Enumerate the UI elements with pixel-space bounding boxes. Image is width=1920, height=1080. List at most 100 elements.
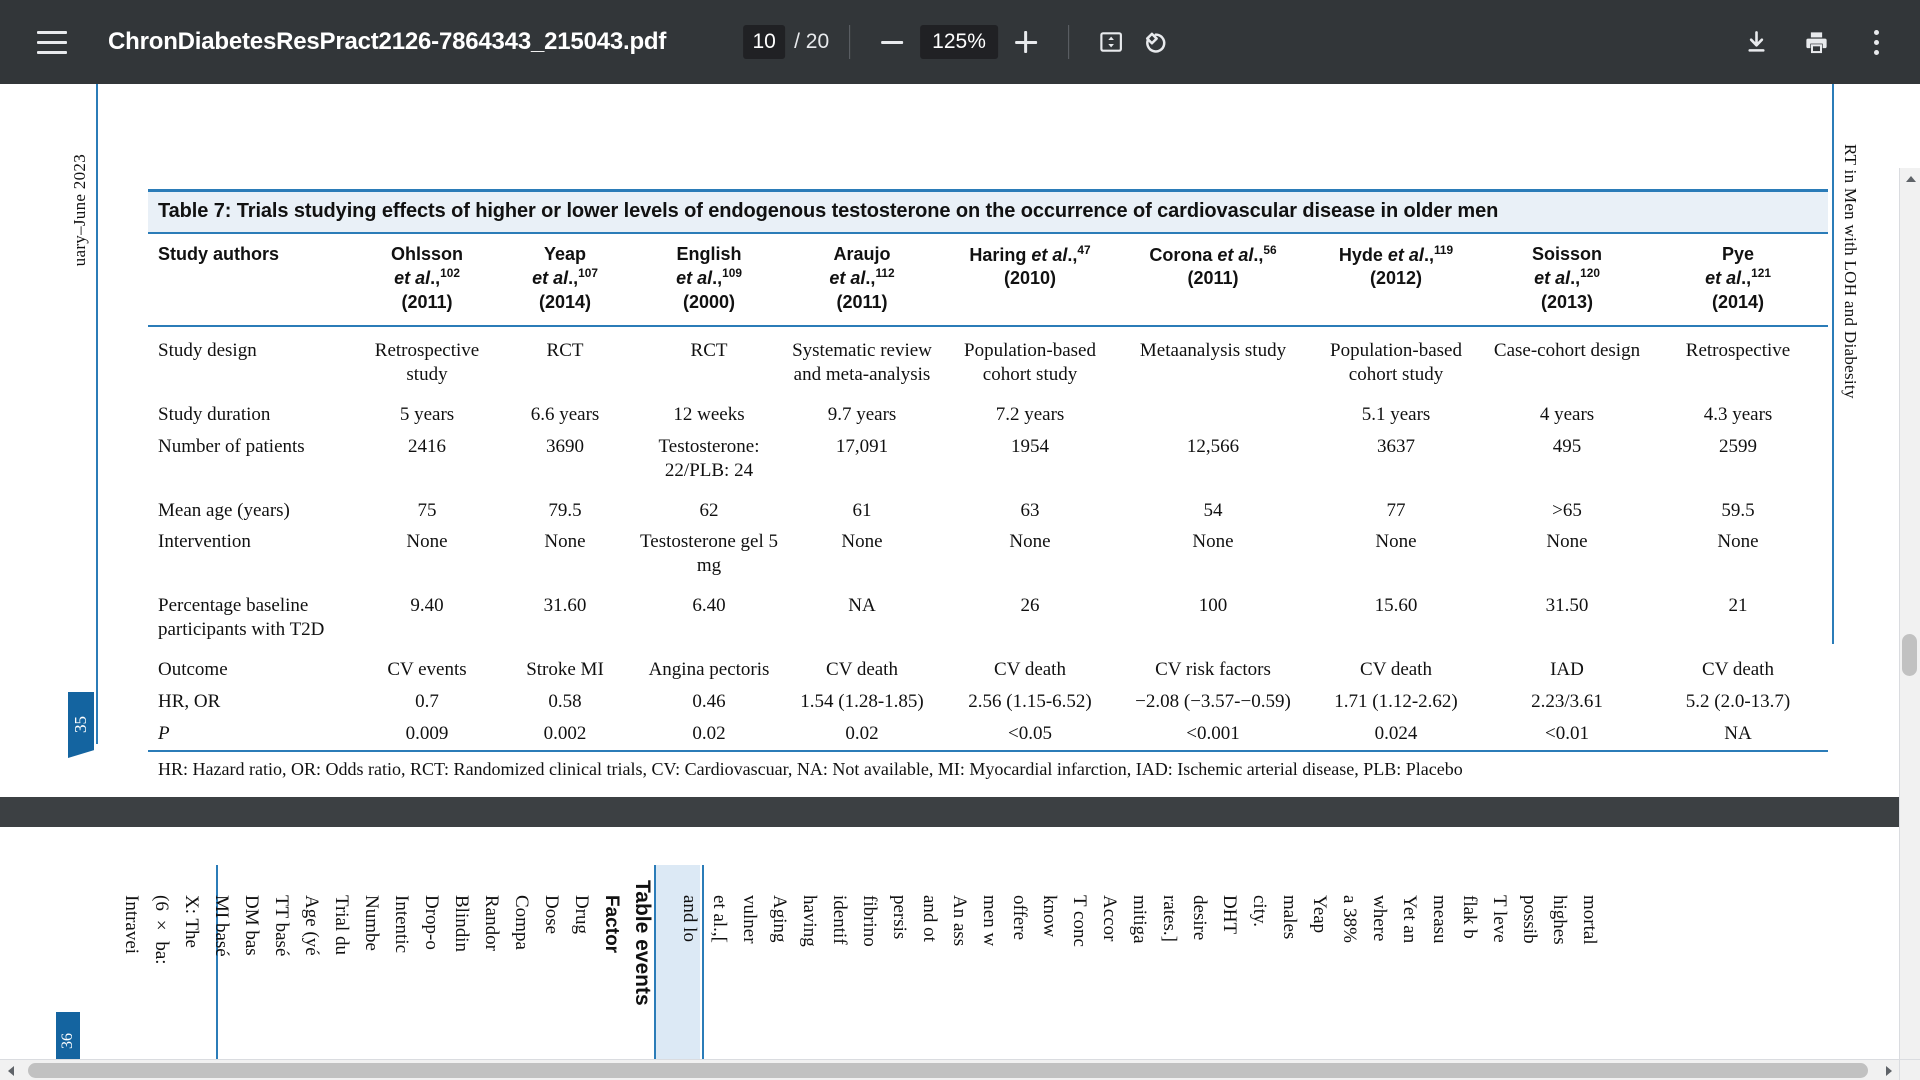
cell: 31.50 <box>1545 595 1589 617</box>
cell: CV risk factors <box>1155 659 1271 681</box>
col-ref: 107 <box>578 266 598 281</box>
cell: <0.05 <box>1008 723 1052 745</box>
col-etal-punct: ., <box>430 268 441 289</box>
cell: 3690 <box>546 435 584 457</box>
scroll-left-arrow[interactable] <box>0 1060 21 1080</box>
download-icon <box>1747 30 1765 52</box>
p36-rule-right <box>702 865 704 1080</box>
table-row: Intervention None None Testosterone gel … <box>148 526 1828 582</box>
cell: 26 <box>1020 595 1040 617</box>
page36-rotated-column: Accor <box>1099 895 1120 942</box>
hamburger-menu-icon[interactable] <box>26 16 78 68</box>
menu-bar-1 <box>37 30 67 34</box>
more-dot-1 <box>1873 29 1879 35</box>
cell: Angina pectoris <box>648 659 770 681</box>
col-author: English <box>676 243 742 264</box>
horizontal-scroll-thumb[interactable] <box>28 1063 1868 1078</box>
table-row: Number of patients 2416 3690 Testosteron… <box>148 431 1828 487</box>
zoom-in-button[interactable] <box>1004 20 1048 64</box>
download-button[interactable] <box>1734 20 1778 64</box>
cell: 5 years <box>399 403 455 425</box>
scroll-right-triangle <box>1885 1065 1892 1076</box>
horizontal-scrollbar[interactable] <box>0 1059 1899 1080</box>
cell: 0.024 <box>1374 723 1418 745</box>
cell: NA <box>1724 723 1752 745</box>
col-year: (2011) <box>836 292 888 313</box>
page36-rotated-column: DHT <box>1219 895 1240 935</box>
scroll-up-arrow[interactable] <box>1900 168 1920 189</box>
cell: 12 weeks <box>673 403 745 425</box>
page36-rotated-column: and ot <box>919 895 940 942</box>
page36-rotated-column: et al.,[ <box>709 895 730 944</box>
row-label: Intervention <box>158 531 251 553</box>
rotate-counterclockwise-button[interactable] <box>1133 20 1177 64</box>
cell: 62 <box>699 499 719 521</box>
cell: 9.40 <box>410 595 444 617</box>
cell: NA <box>848 595 876 617</box>
p36-rule-left <box>654 865 656 1080</box>
page-total-label: / 20 <box>794 30 830 53</box>
page36-rotated-column: Age (yé <box>301 895 322 956</box>
table-row: Percentage baseline participants with T2… <box>148 582 1828 646</box>
cell: Case-cohort design <box>1493 339 1641 361</box>
col-etal-punct: ., <box>1570 268 1581 289</box>
cell: 2.23/3.61 <box>1531 691 1603 713</box>
page36-rotated-column: MI basé <box>211 895 232 957</box>
cell: Retrospective study <box>374 339 480 385</box>
col-ref: 47 <box>1077 242 1091 257</box>
pdf-viewer-area[interactable]: uary–June 2023 RT in Men with LOH and Di… <box>0 84 1920 1080</box>
row-label: Number of patients <box>158 435 305 457</box>
scroll-right-arrow[interactable] <box>1878 1060 1899 1080</box>
zoom-out-button[interactable] <box>870 20 914 64</box>
cell: 2.56 (1.15-6.52) <box>968 691 1092 713</box>
cell: 6.6 years <box>530 403 600 425</box>
cell: RCT <box>546 339 584 361</box>
col-etal: et al <box>1387 244 1424 265</box>
cell: CV death <box>1360 659 1432 681</box>
table-footnote: HR: Hazard ratio, OR: Odds ratio, RCT: R… <box>158 758 1463 779</box>
page36-rotated-column: Compa <box>511 895 532 950</box>
page36-rotated-column: T conc <box>1069 895 1090 947</box>
page-number-input[interactable] <box>743 25 786 59</box>
col-author: Haring <box>969 244 1027 265</box>
table-row: Mean age (years) 75 79.5 62 61 63 54 77 … <box>148 487 1828 527</box>
row-label: P <box>158 723 170 745</box>
toolbar-right-actions <box>1734 20 1898 64</box>
col-header-yeap: Yeap et al.,107 (2014) <box>496 234 634 326</box>
table-row: Study duration 5 years 6.6 years 12 week… <box>148 391 1828 431</box>
cell: Population-based cohort study <box>964 339 1096 385</box>
plus-icon <box>1014 31 1037 53</box>
cell: 59.5 <box>1721 499 1755 521</box>
cell: 6.40 <box>692 595 726 617</box>
page36-rotated-column: having <box>799 895 820 947</box>
cell: None <box>406 531 448 553</box>
table-row: Outcome CV events Stroke MI Angina pecto… <box>148 646 1828 686</box>
cell: <0.001 <box>1186 723 1240 745</box>
cell: Metaanalysis study <box>1139 339 1287 361</box>
cell: None <box>544 531 586 553</box>
document-title: ChronDiabetesResPract2126-7864343_215043… <box>108 28 667 55</box>
row-label: Outcome <box>158 659 228 681</box>
more-options-button[interactable] <box>1854 20 1898 64</box>
zoom-level-display[interactable]: 125% <box>920 25 998 59</box>
cell: CV death <box>1702 659 1774 681</box>
page36-rotated-column: flak b <box>1459 895 1480 939</box>
cell: 63 <box>1020 499 1040 521</box>
print-button[interactable] <box>1794 20 1838 64</box>
fit-to-page-button[interactable] <box>1089 20 1133 64</box>
cell: 4.3 years <box>1703 403 1773 425</box>
table-header: Study authors Ohlsson et al.,102 (2011) … <box>148 234 1828 326</box>
vertical-scroll-thumb[interactable] <box>1902 634 1917 676</box>
page36-rotated-column: Table events <box>631 880 654 1006</box>
row-label: Study design <box>158 339 257 361</box>
cell: None <box>841 531 883 553</box>
vertical-scrollbar[interactable] <box>1899 168 1920 1080</box>
cell: Systematic review and meta-analysis <box>792 339 932 385</box>
page36-rotated-column: offere <box>1009 895 1030 941</box>
minus-icon <box>881 40 904 44</box>
left-page-rule <box>96 84 98 744</box>
page36-rotated-column: vulner <box>739 895 760 944</box>
cell: 31.60 <box>543 595 587 617</box>
cell: None <box>1192 531 1234 553</box>
cell: <0.01 <box>1545 723 1589 745</box>
